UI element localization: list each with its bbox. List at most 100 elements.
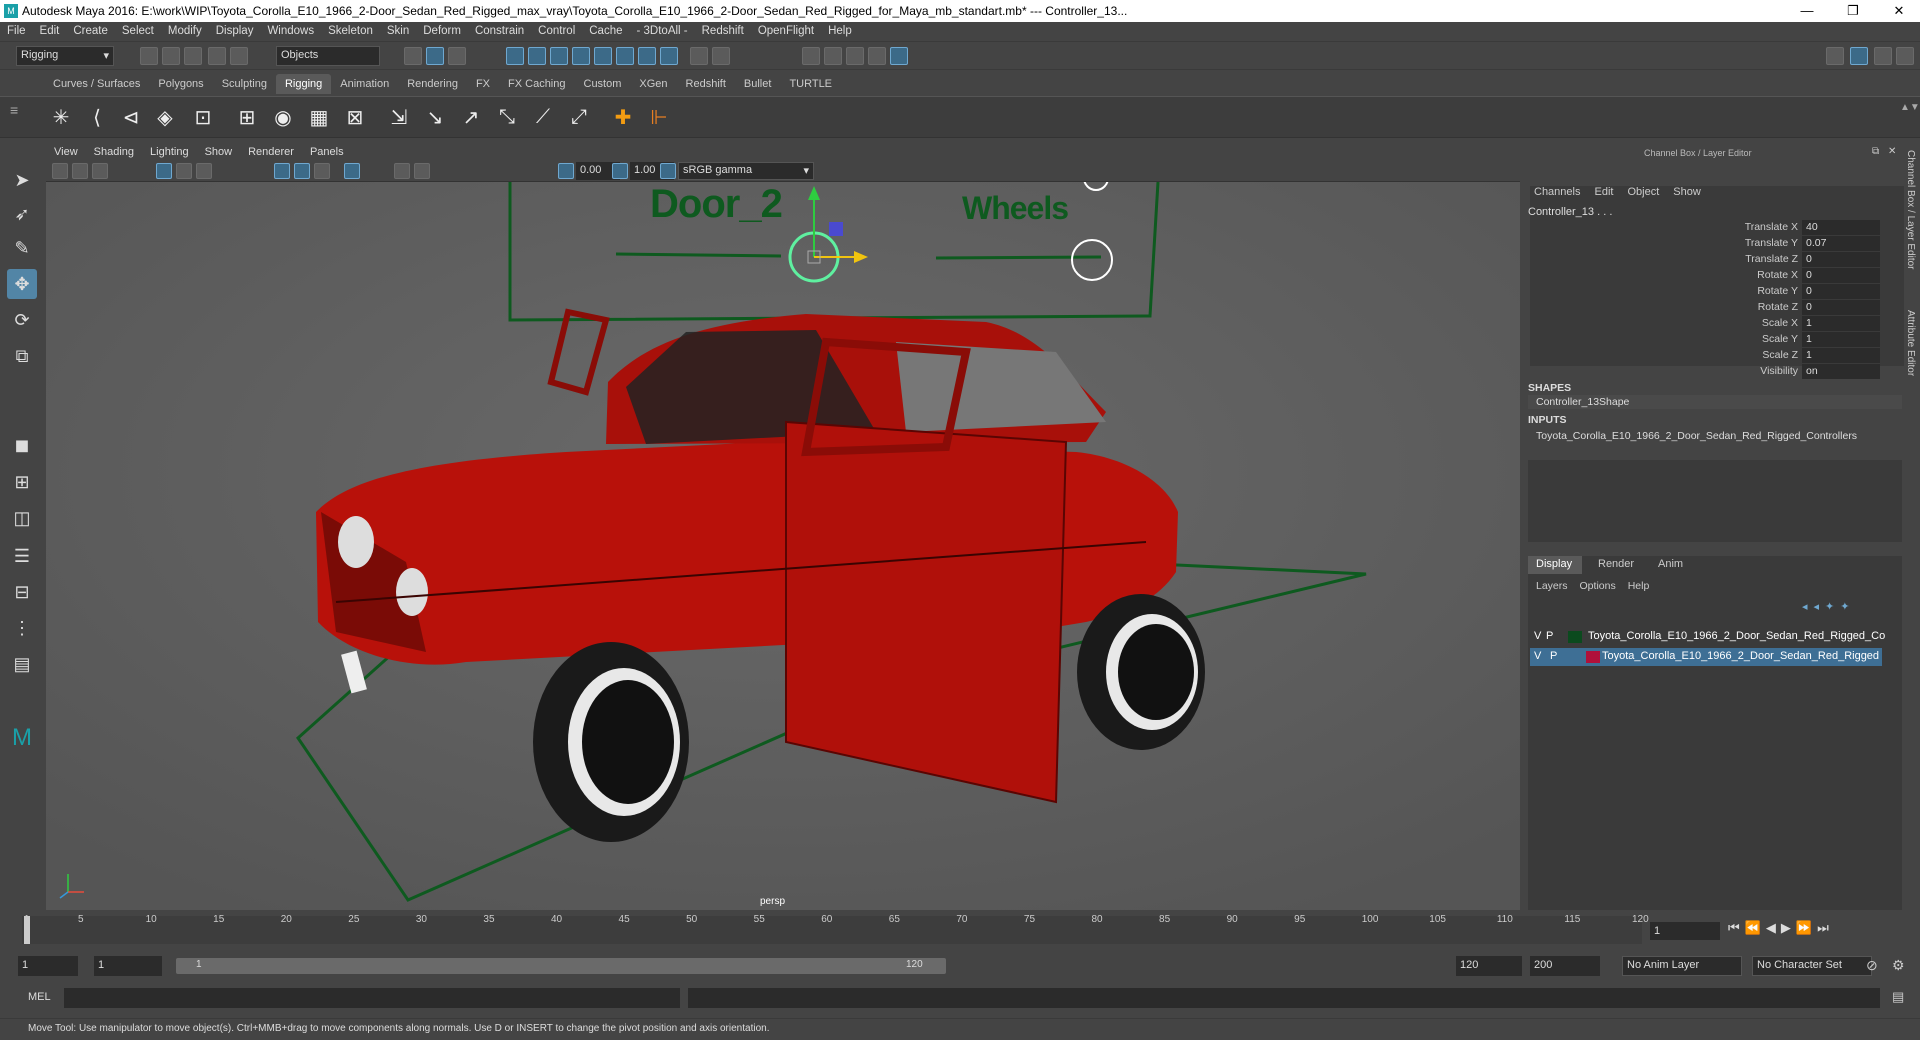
channel-rotate-z[interactable]: Rotate Z0: [1690, 300, 1890, 315]
channel-value[interactable]: on: [1802, 364, 1880, 379]
select-hierarchy-icon[interactable]: [404, 47, 422, 65]
tab-turtle[interactable]: TURTLE: [780, 74, 841, 94]
layer-visibility-toggle[interactable]: V: [1534, 630, 1541, 642]
tab-anim[interactable]: Anim: [1658, 558, 1683, 570]
tab-curves-surfaces[interactable]: Curves / Surfaces: [44, 74, 149, 94]
channel-value[interactable]: 0.07: [1802, 236, 1880, 251]
channel-box-toggle-icon[interactable]: [1850, 47, 1868, 65]
channel-scale-x[interactable]: Scale X1: [1690, 316, 1890, 331]
render-view-icon[interactable]: [802, 47, 820, 65]
selection-mode-dropdown[interactable]: Objects: [276, 46, 380, 66]
object-menu[interactable]: Object: [1627, 186, 1659, 198]
tab-redshift[interactable]: Redshift: [677, 74, 735, 94]
anim-layer-dropdown[interactable]: No Anim Layer: [1622, 956, 1742, 976]
isolate-select-icon[interactable]: [344, 163, 360, 179]
film-gate-icon[interactable]: [176, 163, 192, 179]
menu-skeleton[interactable]: Skeleton: [321, 22, 380, 37]
channel-visibility[interactable]: Visibility on: [1690, 364, 1890, 379]
select-tool-icon[interactable]: ➤: [7, 165, 37, 195]
channel-value[interactable]: 0: [1802, 268, 1880, 283]
color-management-icon[interactable]: [660, 163, 676, 179]
symmetry-icon[interactable]: [712, 47, 730, 65]
tab-animation[interactable]: Animation: [331, 74, 398, 94]
save-scene-icon[interactable]: [184, 47, 202, 65]
hypershade-layout-icon[interactable]: ▤: [7, 649, 37, 679]
range-slider-bar[interactable]: 1 120: [176, 958, 946, 974]
aim-constraint-icon[interactable]: ↘: [420, 102, 450, 132]
viewport-menu-lighting[interactable]: Lighting: [142, 144, 197, 160]
tab-sculpting[interactable]: Sculpting: [213, 74, 276, 94]
time-slider[interactable]: 1 5 10 15 20 25 30 35 40 45 50 55 60 65 70 75 80 85 90 95 10…: [0, 912, 1920, 946]
ik-spline-icon[interactable]: ⊲: [116, 102, 146, 132]
parent-constraint-icon[interactable]: ⟋: [528, 102, 558, 132]
tab-xgen[interactable]: XGen: [630, 74, 676, 94]
snap-grid-icon[interactable]: [506, 47, 524, 65]
menu-redshift[interactable]: Redshift: [695, 22, 751, 37]
resolution-gate-icon[interactable]: [196, 163, 212, 179]
layer-help-menu[interactable]: Help: [1628, 580, 1650, 592]
mirror-joint-icon[interactable]: ⊡: [188, 102, 218, 132]
channel-translate-x[interactable]: Translate X 40: [1690, 220, 1890, 235]
channel-rotate-x[interactable]: Rotate X0: [1690, 268, 1890, 283]
layer-color-swatch[interactable]: [1586, 651, 1600, 663]
attribute-editor-side-tab[interactable]: Attribute Editor: [1902, 310, 1916, 390]
channel-scale-z[interactable]: Scale Z1: [1690, 348, 1890, 363]
tab-bullet[interactable]: Bullet: [735, 74, 781, 94]
point-constraint-icon[interactable]: ⇲: [384, 102, 414, 132]
gamma-icon[interactable]: [612, 163, 628, 179]
channel-rotate-y[interactable]: Rotate Y0: [1690, 284, 1890, 299]
snap-surface-icon[interactable]: [594, 47, 612, 65]
bookmark-icon[interactable]: [92, 163, 108, 179]
view-transform-dropdown[interactable]: sRGB gamma ▾: [678, 162, 814, 180]
layer-row[interactable]: V P Toyota_Corolla_E10_1966_2_Door_Sedan…: [1530, 648, 1882, 666]
layer-name[interactable]: Toyota_Corolla_E10_1966_2_Door_Sedan_Red…: [1588, 630, 1885, 642]
shelf-scroll-icon[interactable]: ▲▼: [1900, 102, 1920, 113]
snap-point-icon[interactable]: [550, 47, 568, 65]
channel-value[interactable]: 1: [1802, 348, 1880, 363]
menu-openflight[interactable]: OpenFlight: [751, 22, 821, 37]
outliner-layout-icon[interactable]: ☰: [7, 541, 37, 571]
rotate-tool-icon[interactable]: ⟳: [7, 305, 37, 335]
new-scene-icon[interactable]: [140, 47, 158, 65]
menu-modify[interactable]: Modify: [161, 22, 209, 37]
channel-scale-y[interactable]: Scale Y1: [1690, 332, 1890, 347]
viewport-menu-view[interactable]: View: [46, 144, 86, 160]
locator-icon[interactable]: ✚: [608, 102, 638, 132]
viewport-menu-renderer[interactable]: Renderer: [240, 144, 302, 160]
menu-skin[interactable]: Skin: [380, 22, 416, 37]
layer-playback-toggle[interactable]: P: [1550, 650, 1557, 662]
camera-attributes-icon[interactable]: [72, 163, 88, 179]
maximize-button[interactable]: ❐: [1830, 0, 1876, 22]
snap-face-icon[interactable]: [660, 47, 678, 65]
channel-value[interactable]: 0: [1802, 284, 1880, 299]
layer-color-swatch[interactable]: [1568, 631, 1582, 643]
redo-icon[interactable]: [230, 47, 248, 65]
bind-skin-icon[interactable]: ⊞: [232, 102, 262, 132]
lattice-icon[interactable]: ▦: [304, 102, 334, 132]
input-name[interactable]: Toyota_Corolla_E10_1966_2_Door_Sedan_Red…: [1536, 430, 1857, 442]
auto-key-icon[interactable]: ⊘: [1866, 957, 1878, 974]
layer-visibility-toggle[interactable]: V: [1534, 650, 1541, 662]
grid-toggle-icon[interactable]: [156, 163, 172, 179]
snap-vertex-icon[interactable]: [616, 47, 634, 65]
channel-value[interactable]: 0: [1802, 300, 1880, 315]
menu-constrain[interactable]: Constrain: [468, 22, 531, 37]
tab-polygons[interactable]: Polygons: [149, 74, 212, 94]
render-settings-icon[interactable]: [868, 47, 886, 65]
select-object-icon[interactable]: [426, 47, 444, 65]
tab-fx[interactable]: FX: [467, 74, 499, 94]
panel-float-icon[interactable]: ⧉: [1872, 146, 1879, 157]
orient-constraint-icon[interactable]: ↗: [456, 102, 486, 132]
viewport-3d[interactable]: Door_2 Wheels persp: [46, 182, 1520, 910]
viewport-menu-show[interactable]: Show: [197, 144, 241, 160]
hypershade-icon[interactable]: [890, 47, 908, 65]
menu-display[interactable]: Display: [209, 22, 261, 37]
mel-label[interactable]: MEL: [28, 991, 51, 1003]
channel-value[interactable]: 1: [1802, 332, 1880, 347]
show-menu[interactable]: Show: [1673, 186, 1701, 198]
tool-settings-toggle-icon[interactable]: [1896, 47, 1914, 65]
panel-close-icon[interactable]: ✕: [1888, 146, 1896, 157]
edit-menu[interactable]: Edit: [1594, 186, 1613, 198]
menu-set-dropdown[interactable]: Rigging ▾: [16, 46, 114, 66]
channel-translate-z[interactable]: Translate Z0: [1690, 252, 1890, 267]
